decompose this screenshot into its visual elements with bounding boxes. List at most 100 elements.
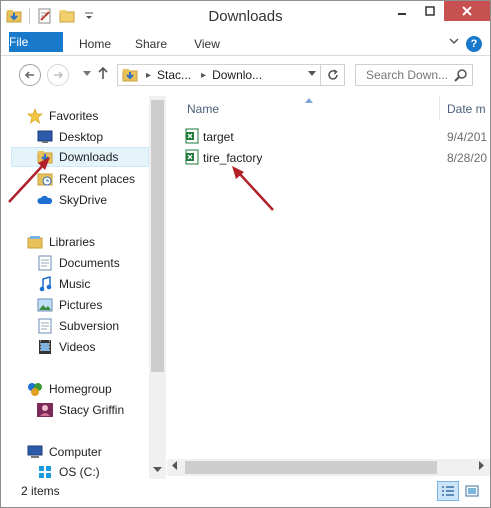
refresh-icon: [327, 69, 338, 80]
homegroup-icon: [27, 381, 43, 397]
drive-icon: [37, 464, 53, 479]
file-name: tire_factory: [203, 151, 263, 165]
ribbon-tabs: File Home Share View ?: [1, 32, 490, 56]
help-button[interactable]: ?: [466, 36, 482, 52]
forward-arrow-icon: [54, 71, 64, 79]
downloads-folder-icon: [37, 149, 53, 165]
nav-item-desktop[interactable]: Desktop: [37, 127, 166, 147]
close-button[interactable]: [444, 1, 490, 21]
breadcrumb-user[interactable]: Stac...: [157, 68, 191, 82]
file-list: Name Date m target 9/4/201 tire_factory …: [167, 96, 490, 479]
address-bar[interactable]: ▸ Stac... ▸ Downlo...: [117, 64, 345, 86]
scroll-down-arrow-icon[interactable]: [153, 465, 162, 475]
column-headers: Name Date m: [167, 96, 490, 122]
nav-homegroup-label: Homegroup: [49, 382, 112, 396]
nav-item-subversion[interactable]: Subversion: [37, 316, 166, 336]
nav-libraries[interactable]: Libraries: [27, 232, 166, 252]
tab-home[interactable]: Home: [71, 32, 119, 56]
sort-ascending-icon: [305, 96, 313, 105]
search-icon[interactable]: [454, 68, 468, 85]
file-row[interactable]: tire_factory 8/28/20: [185, 148, 490, 168]
nav-favorites[interactable]: Favorites: [27, 106, 166, 126]
nav-item-skydrive-label: SkyDrive: [59, 193, 108, 207]
tab-share[interactable]: Share: [127, 32, 175, 56]
file-date: 8/28/20: [447, 151, 488, 165]
nav-item-music-label: Music: [59, 277, 91, 291]
subversion-icon: [37, 318, 53, 334]
nav-computer-label: Computer: [49, 445, 102, 459]
excel-file-icon: [185, 128, 199, 147]
nav-item-downloads[interactable]: Downloads: [11, 147, 149, 167]
file-name: target: [203, 130, 234, 144]
nav-item-recent-places-label: Recent places: [59, 172, 136, 186]
scrollbar-thumb[interactable]: [185, 461, 437, 474]
libraries-icon: [27, 234, 43, 250]
nav-item-videos-label: Videos: [59, 340, 96, 354]
expand-ribbon-icon[interactable]: [448, 35, 460, 49]
recent-places-icon: [37, 171, 53, 187]
excel-file-icon: [185, 149, 199, 168]
up-button[interactable]: [97, 66, 109, 84]
music-icon: [37, 276, 53, 292]
title-bar: Downloads: [1, 1, 490, 32]
up-arrow-icon: [98, 66, 108, 79]
nav-item-music[interactable]: Music: [37, 274, 166, 294]
skydrive-icon: [37, 192, 53, 208]
maximize-icon: [425, 6, 435, 16]
back-arrow-icon: [24, 71, 34, 79]
nav-item-pictures[interactable]: Pictures: [37, 295, 166, 315]
explorer-window: Downloads File Home Share View ? ▸ Stac.…: [0, 0, 491, 508]
address-folder-icon: [122, 67, 138, 83]
nav-item-os-drive-label: OS (C:): [59, 465, 100, 479]
minimize-button[interactable]: [388, 1, 416, 21]
documents-icon: [37, 255, 53, 271]
large-icons-view-button[interactable]: [461, 481, 483, 501]
details-view-button[interactable]: [437, 481, 459, 501]
status-bar: 2 items: [1, 479, 490, 507]
nav-computer[interactable]: Computer: [27, 442, 166, 462]
details-view-icon: [442, 486, 454, 496]
file-list-scrollbar[interactable]: [167, 459, 490, 476]
tab-file[interactable]: File: [9, 32, 63, 52]
nav-item-pictures-label: Pictures: [59, 298, 103, 312]
breadcrumb-chevron-icon[interactable]: ▸: [201, 70, 206, 81]
column-header-name[interactable]: Name: [187, 102, 219, 116]
nav-item-stacy-griffin[interactable]: Stacy Griffin: [37, 400, 166, 420]
refresh-button[interactable]: [320, 65, 344, 85]
nav-item-subversion-label: Subversion: [59, 319, 120, 333]
pictures-icon: [37, 297, 53, 313]
nav-item-skydrive[interactable]: SkyDrive: [37, 190, 166, 210]
scrollbar-thumb[interactable]: [151, 100, 164, 372]
nav-homegroup[interactable]: Homegroup: [27, 379, 166, 399]
nav-item-videos[interactable]: Videos: [37, 337, 166, 357]
maximize-button[interactable]: [416, 1, 444, 21]
large-icons-view-icon: [465, 485, 479, 497]
window-controls: [388, 1, 490, 21]
star-icon: [27, 108, 43, 124]
forward-button[interactable]: [47, 64, 69, 86]
nav-item-documents[interactable]: Documents: [37, 253, 166, 273]
nav-item-recent-places[interactable]: Recent places: [37, 169, 166, 189]
scroll-left-arrow-icon[interactable]: [172, 461, 178, 472]
scroll-right-arrow-icon[interactable]: [479, 461, 485, 472]
breadcrumb-chevron-icon[interactable]: ▸: [146, 70, 151, 81]
address-row: ▸ Stac... ▸ Downlo... Search Down...: [1, 57, 490, 91]
tab-view[interactable]: View: [183, 32, 231, 56]
back-button[interactable]: [19, 64, 41, 86]
desktop-icon: [37, 129, 53, 145]
column-header-date[interactable]: Date m: [447, 102, 486, 116]
item-count: 2 items: [21, 484, 60, 498]
close-icon: [462, 6, 472, 16]
breadcrumb-downloads[interactable]: Downlo...: [212, 68, 262, 82]
videos-icon: [37, 339, 53, 355]
file-row[interactable]: target 9/4/201: [185, 127, 490, 147]
address-dropdown-icon[interactable]: [308, 69, 316, 79]
recent-locations-dropdown-icon[interactable]: [83, 69, 91, 79]
navigation-pane-scrollbar[interactable]: [149, 96, 166, 479]
column-divider[interactable]: [439, 96, 440, 120]
search-box[interactable]: Search Down...: [355, 64, 473, 86]
nav-item-os-drive[interactable]: OS (C:): [37, 462, 166, 479]
nav-item-downloads-label: Downloads: [59, 150, 119, 164]
minimize-icon: [398, 13, 406, 15]
nav-favorites-label: Favorites: [49, 109, 99, 123]
